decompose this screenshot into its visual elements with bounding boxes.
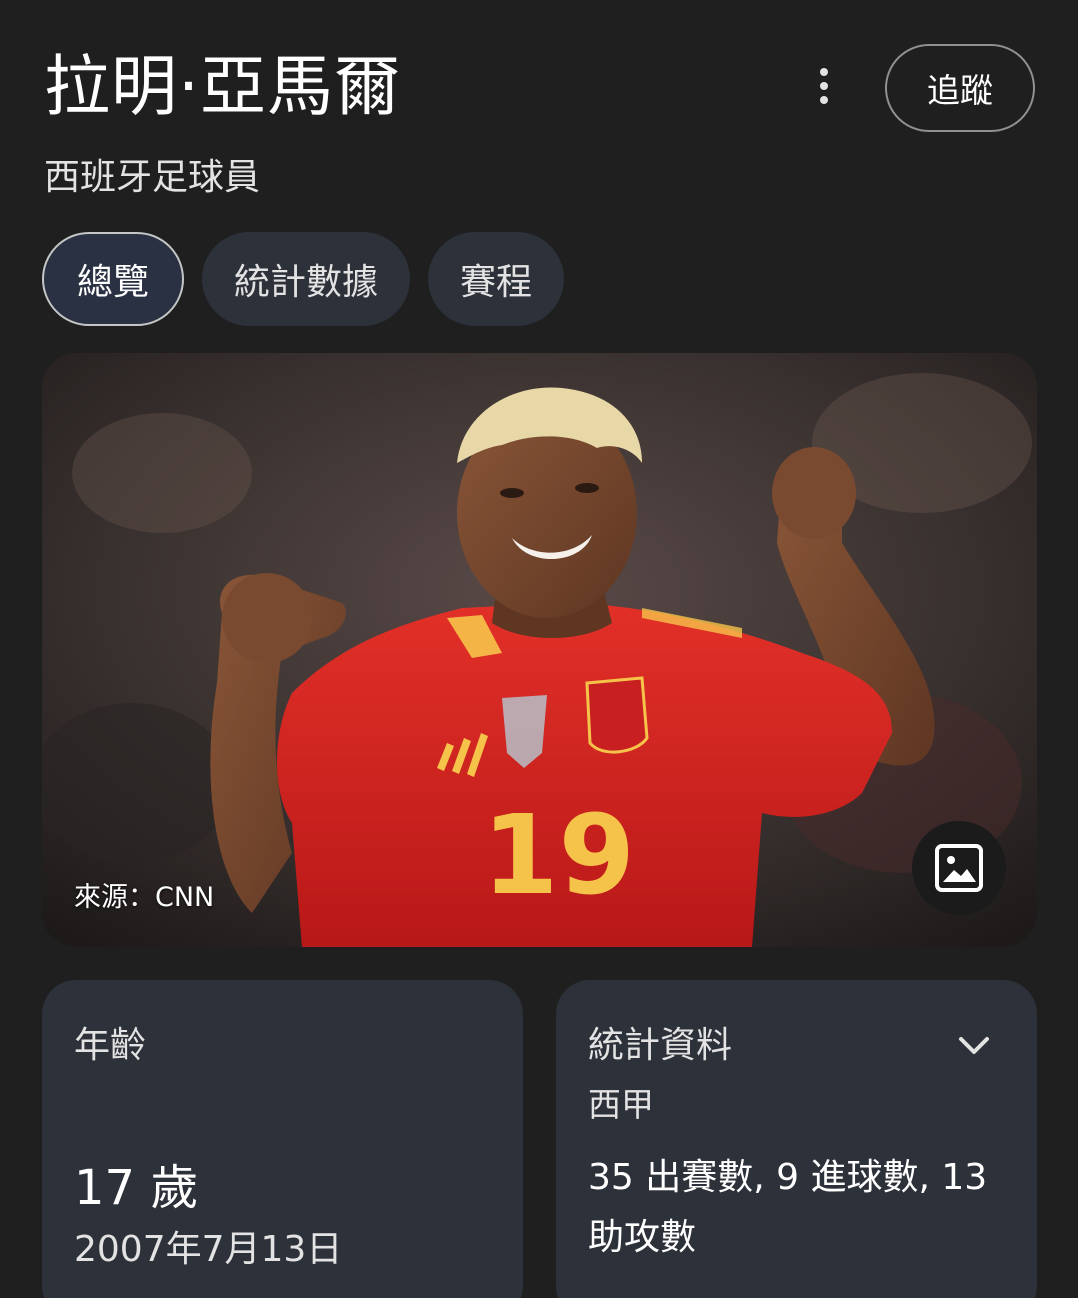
more-vertical-icon <box>820 68 828 76</box>
follow-button[interactable]: 追蹤 <box>885 44 1035 132</box>
image-icon <box>935 844 983 892</box>
more-vertical-icon-dot <box>820 82 828 90</box>
stats-card[interactable]: 統計資料 西甲 35 出賽數, 9 進球數, 13 助攻數 <box>556 980 1037 1298</box>
birth-date: 2007年7月13日 <box>74 1229 343 1270</box>
tab-bar: 總覽 統計數據 賽程 <box>42 232 565 326</box>
stats-league: 西甲 <box>588 1085 654 1124</box>
age-card[interactable]: 年齡 17 歲 2007年7月13日 <box>42 980 523 1298</box>
player-photo[interactable]: 19 來源：CNN <box>42 353 1037 947</box>
chevron-down-icon[interactable] <box>954 1026 994 1066</box>
jersey-number: 19 <box>482 791 635 919</box>
more-vertical-icon-dot <box>820 96 828 104</box>
stats-label: 統計資料 <box>588 1025 733 1066</box>
tab-stats[interactable]: 統計數據 <box>202 232 411 326</box>
age-value: 17 歲 <box>74 1160 199 1216</box>
more-options-button[interactable] <box>796 56 852 116</box>
view-image-button[interactable] <box>912 821 1006 915</box>
page-subtitle: 西班牙足球員 <box>44 157 261 198</box>
player-photo-illustration: 19 <box>42 353 1037 947</box>
knowledge-panel: 拉明·亞馬爾 西班牙足球員 追蹤 總覽 統計數據 賽程 19 來源：CNN 年齡… <box>0 0 1078 1298</box>
tab-schedule[interactable]: 賽程 <box>428 232 565 326</box>
stats-summary: 35 出賽數, 9 進球數, 13 助攻數 <box>588 1157 988 1258</box>
tab-overview[interactable]: 總覽 <box>42 232 184 326</box>
photo-source: 來源：CNN <box>74 882 215 913</box>
age-label: 年齡 <box>74 1025 147 1066</box>
page-title: 拉明·亞馬爾 <box>44 48 401 125</box>
